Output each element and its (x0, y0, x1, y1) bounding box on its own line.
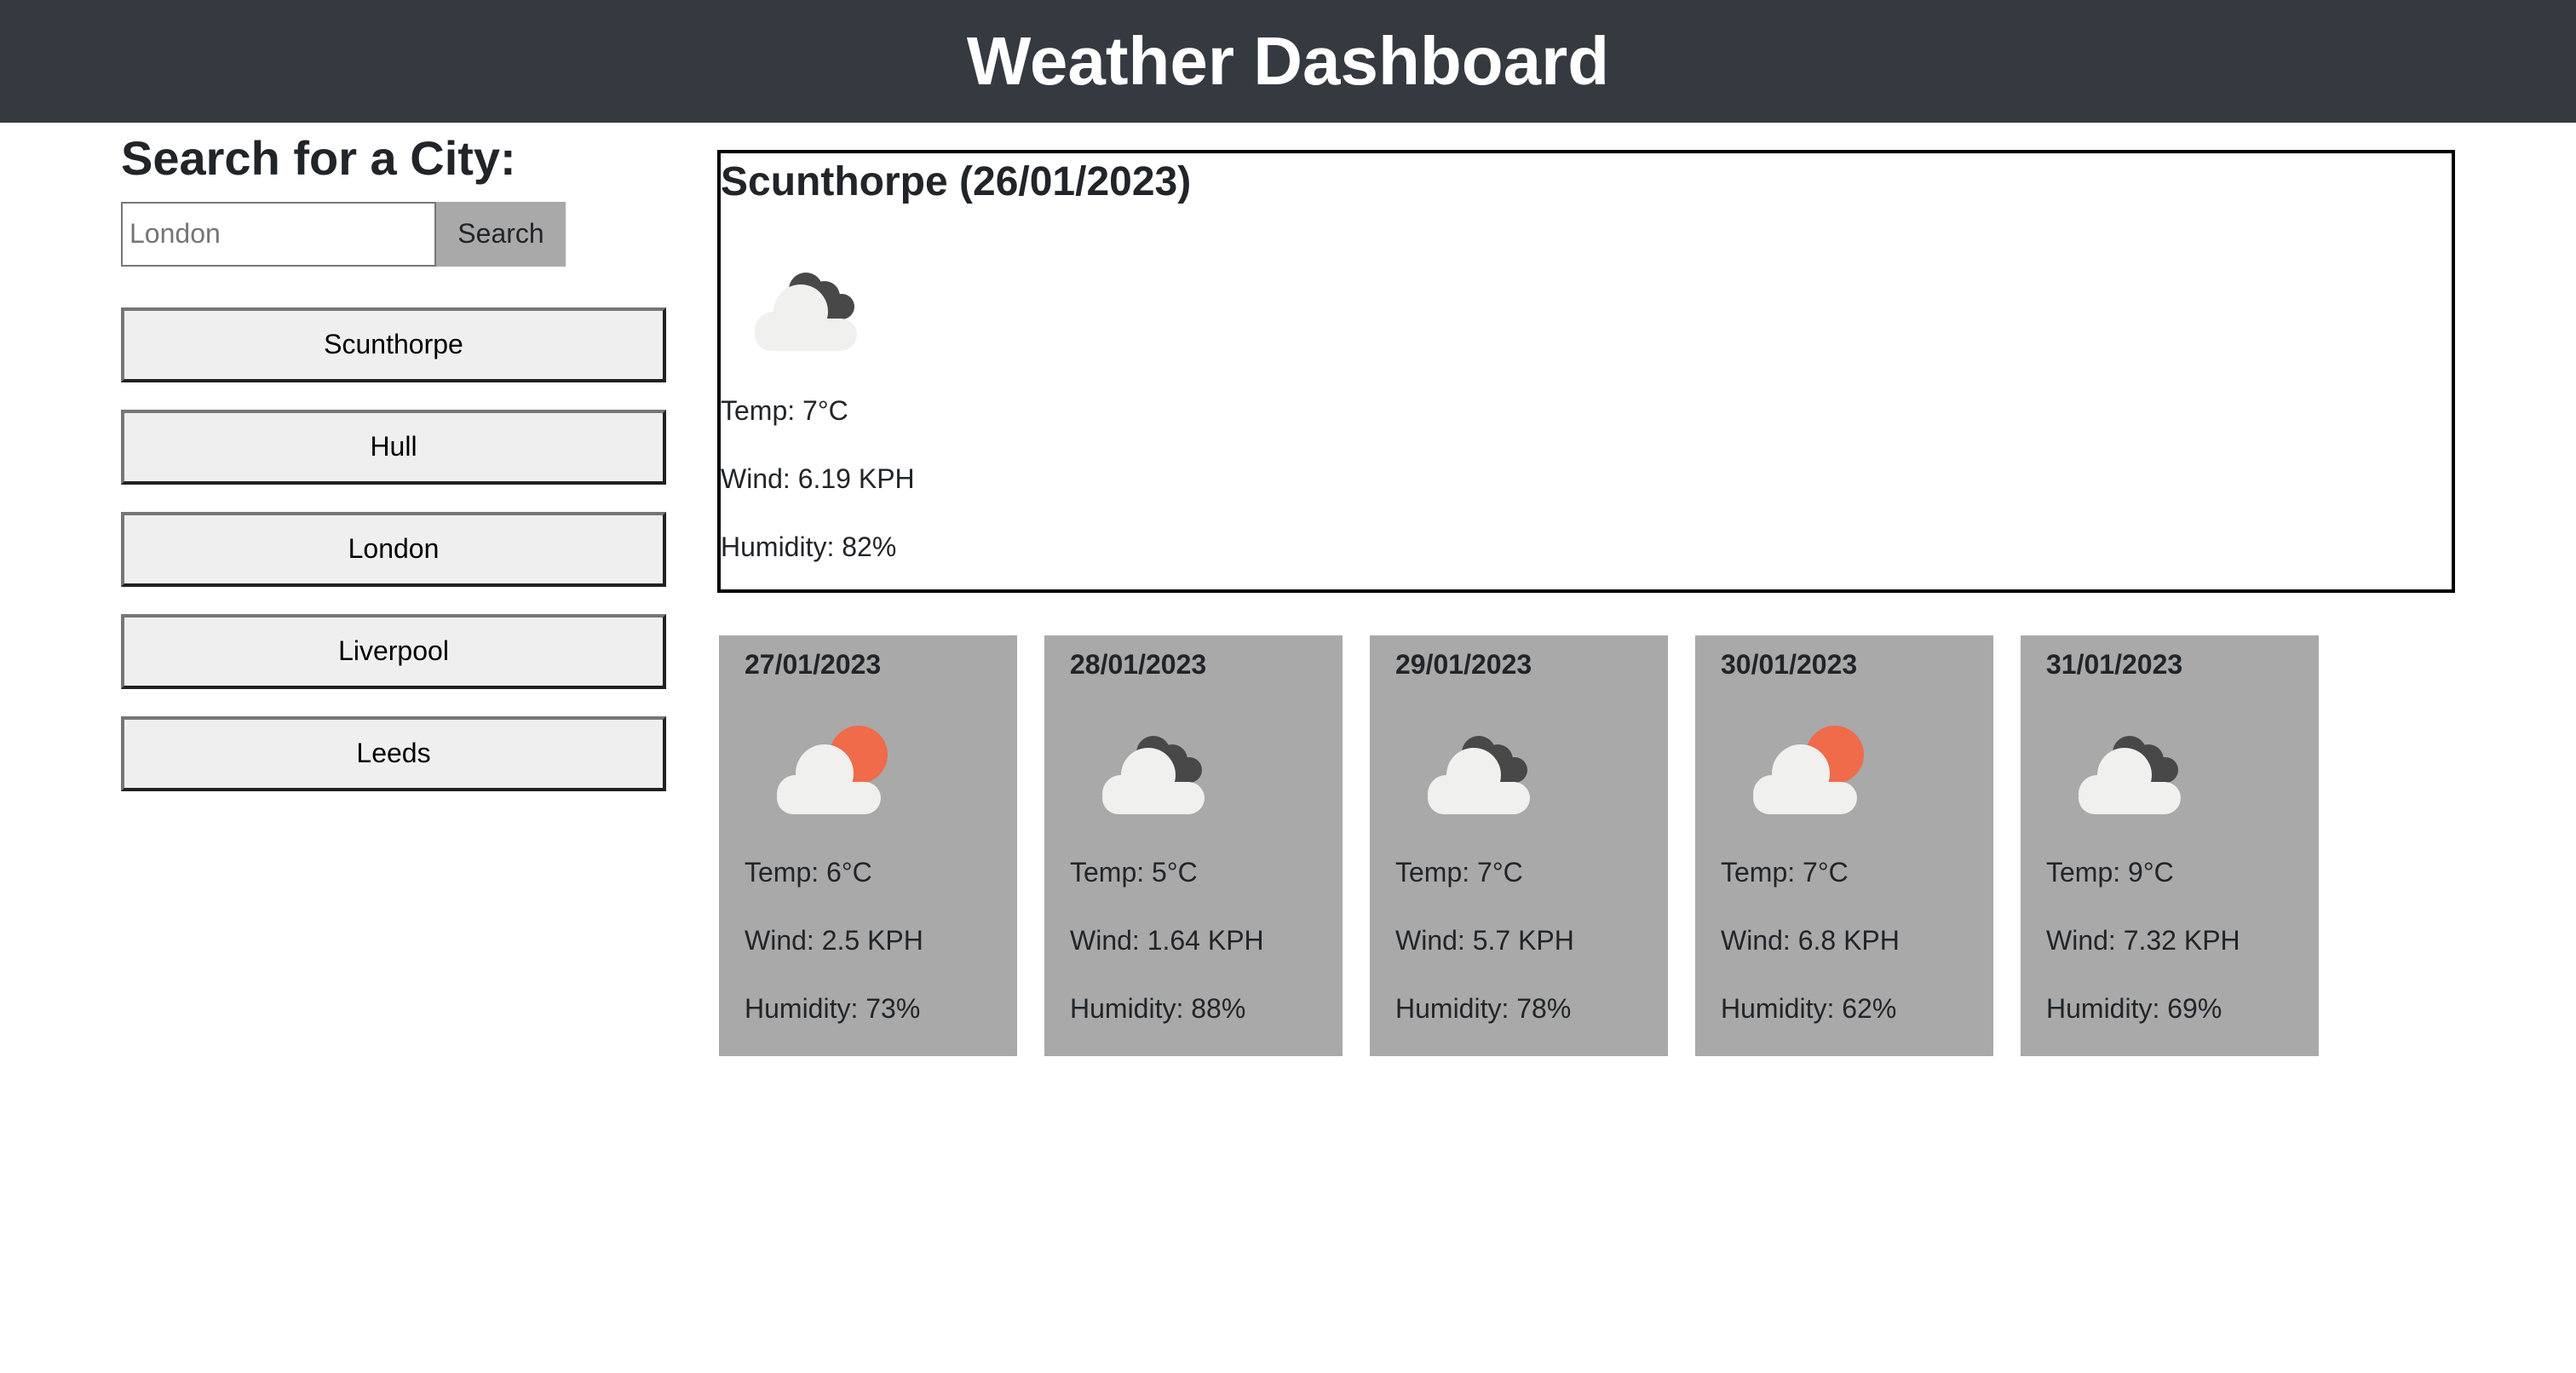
forecast-wind: Wind: 6.8 KPH (1721, 925, 1900, 956)
current-temp: Temp: 7°C (721, 395, 848, 426)
forecast-humidity: Humidity: 88% (1070, 993, 1246, 1024)
history-button-london[interactable]: London (121, 511, 666, 587)
search-sidebar: Search for a City: Search Scunthorpe Hul… (121, 128, 666, 819)
forecast-weather-icon (2070, 722, 2198, 820)
forecast-date: 27/01/2023 (745, 649, 882, 680)
forecast-humidity: Humidity: 78% (1395, 993, 1572, 1024)
forecast-weather-icon (1419, 722, 1547, 820)
forecast-humidity: Humidity: 62% (1721, 993, 1897, 1024)
forecast-date: 31/01/2023 (2046, 649, 2183, 680)
search-form: Search (121, 201, 666, 267)
city-search-input[interactable] (121, 201, 436, 267)
search-button[interactable]: Search (436, 201, 566, 267)
forecast-date: 30/01/2023 (1721, 649, 1858, 680)
page-title: Weather Dashboard (966, 23, 1610, 99)
current-weather-icon (746, 259, 874, 357)
forecast-wind: Wind: 7.32 KPH (2046, 925, 2240, 956)
app-header: Weather Dashboard (0, 0, 2576, 123)
forecast-card: 30/01/2023 Temp: 7°C Wind: 6.8 KPH Humid… (1695, 635, 1993, 1056)
history-button-hull[interactable]: Hull (121, 409, 666, 485)
history-button-liverpool[interactable]: Liverpool (121, 613, 666, 689)
forecast-humidity: Humidity: 73% (745, 993, 921, 1024)
search-heading: Search for a City: (121, 131, 516, 185)
forecast-weather-icon (1094, 722, 1222, 820)
forecast-temp: Temp: 6°C (745, 857, 872, 888)
history-button-scunthorpe[interactable]: Scunthorpe (121, 307, 666, 382)
forecast-wind: Wind: 2.5 KPH (745, 925, 923, 956)
history-button-leeds[interactable]: Leeds (121, 715, 666, 791)
forecast-temp: Temp: 9°C (2046, 857, 2174, 888)
forecast-temp: Temp: 7°C (1721, 857, 1849, 888)
forecast-card: 27/01/2023 Temp: 6°C Wind: 2.5 KPH Humid… (719, 635, 1017, 1056)
forecast-date: 28/01/2023 (1070, 649, 1207, 680)
forecast-wind: Wind: 5.7 KPH (1395, 925, 1574, 956)
forecast-wind: Wind: 1.64 KPH (1070, 925, 1264, 956)
forecast-weather-icon (768, 722, 896, 820)
forecast-card: 31/01/2023 Temp: 9°C Wind: 7.32 KPH Humi… (2021, 635, 2319, 1056)
forecast-humidity: Humidity: 69% (2046, 993, 2222, 1024)
forecast-card: 29/01/2023 Temp: 7°C Wind: 5.7 KPH Humid… (1370, 635, 1668, 1056)
forecast-temp: Temp: 7°C (1395, 857, 1523, 888)
current-city-title: Scunthorpe (26/01/2023) (721, 159, 1192, 204)
current-wind: Wind: 6.19 KPH (721, 463, 915, 494)
forecast-card: 28/01/2023 Temp: 5°C Wind: 1.64 KPH Humi… (1044, 635, 1343, 1056)
forecast-temp: Temp: 5°C (1070, 857, 1198, 888)
forecast-weather-icon (1745, 722, 1872, 820)
search-history-list: Scunthorpe Hull London Liverpool Leeds (121, 307, 666, 791)
current-weather-card: Scunthorpe (26/01/2023) Temp: 7°C Wind: … (717, 150, 2455, 593)
current-humidity: Humidity: 82% (721, 531, 897, 562)
forecast-date: 29/01/2023 (1395, 649, 1532, 680)
